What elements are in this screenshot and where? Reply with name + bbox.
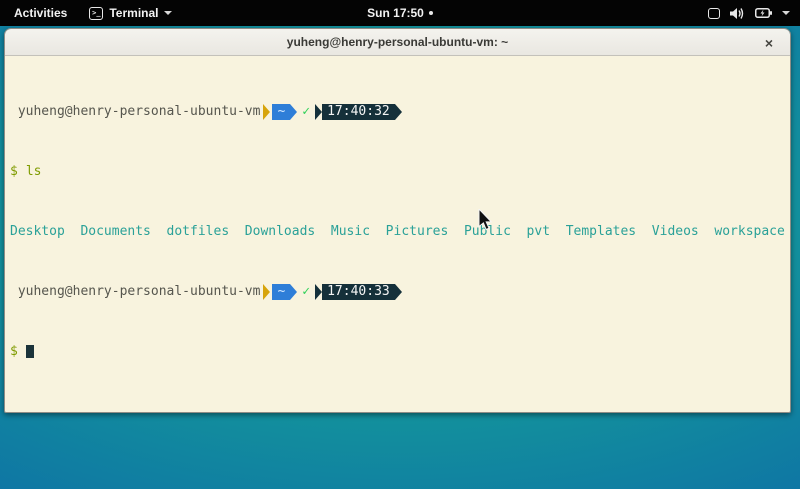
battery-charging-icon [755,7,772,19]
notification-dot-icon [429,11,433,15]
prompt-user-host: yuheng@henry-personal-ubuntu-vm [10,104,260,119]
powerline-arrow-icon [395,284,402,300]
prompt-time: 17:40:33 [322,284,395,300]
powerline-arrow-icon [263,104,270,120]
prompt-path-segment: ~ [272,104,290,120]
activities-button[interactable]: Activities [10,6,71,20]
close-button[interactable]: × [758,29,780,56]
desktop: Activities >_ Terminal Sun 17:50 [0,0,800,489]
prompt-line: yuheng@henry-personal-ubuntu-vm ~ ✓ 17:4… [10,104,790,119]
prompt-time: 17:40:32 [322,104,395,120]
status-check-icon: ✓ [302,284,310,299]
powerline-arrow-icon [315,284,322,300]
ls-output-line: Desktop Documents dotfiles Downloads Mus… [10,224,790,239]
app-menu-label: Terminal [109,6,158,20]
status-check-icon: ✓ [302,104,310,119]
chevron-down-icon [164,11,172,15]
powerline-arrow-icon [395,104,402,120]
window-title: yuheng@henry-personal-ubuntu-vm: ~ [287,35,508,49]
terminal-content[interactable]: yuheng@henry-personal-ubuntu-vm ~ ✓ 17:4… [5,56,790,413]
powerline-arrow-icon [290,284,297,300]
terminal-cursor [26,345,34,358]
app-menu-terminal[interactable]: >_ Terminal [89,6,172,20]
prompt-symbol: $ [10,164,18,179]
command-text: ls [26,164,42,179]
prompt-symbol: $ [10,344,18,359]
powerline-arrow-icon [315,104,322,120]
terminal-window: yuheng@henry-personal-ubuntu-vm: ~ × yuh… [4,28,791,413]
window-titlebar[interactable]: yuheng@henry-personal-ubuntu-vm: ~ × [5,29,790,56]
prompt-user-host: yuheng@henry-personal-ubuntu-vm [10,284,260,299]
prompt-path-segment: ~ [272,284,290,300]
display-icon [708,8,720,19]
volume-icon [730,7,745,20]
command-line: $ ls [10,164,790,179]
powerline-arrow-icon [263,284,270,300]
prompt-line: yuheng@henry-personal-ubuntu-vm ~ ✓ 17:4… [10,284,790,299]
input-line: $ [10,344,790,359]
chevron-down-icon [782,11,790,15]
terminal-app-icon: >_ [89,7,103,20]
system-status-menu[interactable] [704,0,794,26]
gnome-top-bar: Activities >_ Terminal Sun 17:50 [0,0,800,26]
clock-button[interactable]: Sun 17:50 [367,6,433,20]
clock-label: Sun 17:50 [367,6,424,20]
powerline-arrow-icon [290,104,297,120]
